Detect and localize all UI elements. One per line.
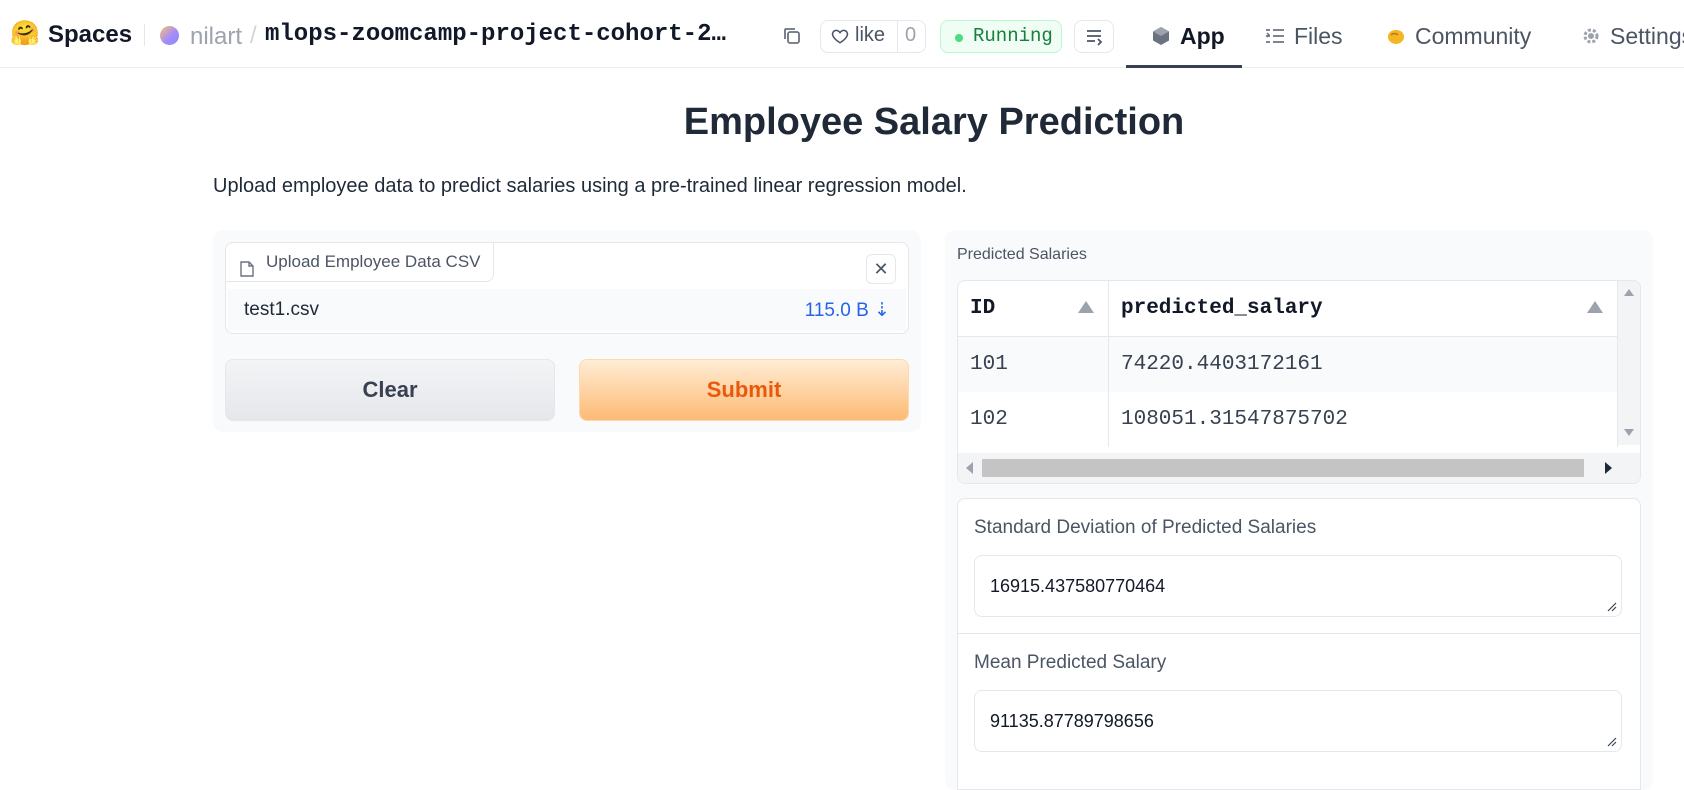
submit-button[interactable]: Submit bbox=[579, 359, 909, 421]
tab-files[interactable]: Files bbox=[1264, 20, 1343, 67]
status-dot-icon bbox=[955, 34, 963, 42]
input-panel: Upload Employee Data CSV ✕ test1.csv 115… bbox=[213, 230, 921, 432]
table-cell[interactable]: 108051.31547875702 bbox=[1108, 392, 1618, 447]
output-panel: Predicted Salaries ID predicted_salary 1 bbox=[945, 230, 1653, 790]
std-deviation-value: 16915.437580770464 bbox=[990, 576, 1166, 596]
uploaded-file-name: test1.csv bbox=[244, 299, 319, 320]
file-upload-label-text: Upload Employee Data CSV bbox=[266, 252, 481, 271]
table-row[interactable]: 102 108051.31547875702 bbox=[958, 392, 1618, 447]
logs-button[interactable] bbox=[1074, 20, 1114, 53]
table-cell[interactable]: 74220.4403172161 bbox=[1108, 336, 1618, 392]
mean-salary-textbox[interactable]: 91135.87789798656 bbox=[974, 690, 1622, 752]
tab-community[interactable]: Community bbox=[1385, 20, 1531, 67]
column-header-predicted-salary[interactable]: predicted_salary bbox=[1108, 281, 1618, 337]
scroll-up-icon[interactable] bbox=[1624, 289, 1634, 296]
std-deviation-textbox[interactable]: 16915.437580770464 bbox=[974, 555, 1622, 617]
horizontal-scrollbar[interactable] bbox=[958, 453, 1640, 483]
copy-icon[interactable] bbox=[781, 25, 803, 47]
file-icon bbox=[240, 253, 254, 291]
scroll-down-icon[interactable] bbox=[1624, 429, 1634, 436]
path-separator: / bbox=[250, 22, 257, 49]
resize-handle-icon bbox=[1607, 737, 1617, 747]
uploaded-file-row: test1.csv 115.0 B ⇣ bbox=[228, 289, 906, 331]
page-description: Upload employee data to predict salaries… bbox=[213, 175, 967, 197]
logs-icon bbox=[1087, 30, 1103, 46]
scroll-right-icon[interactable] bbox=[1605, 462, 1612, 474]
file-upload-label: Upload Employee Data CSV bbox=[225, 242, 494, 282]
tab-app-label: App bbox=[1180, 23, 1225, 49]
heart-icon bbox=[831, 27, 849, 45]
sort-ascending-icon[interactable] bbox=[1078, 301, 1094, 313]
like-button[interactable]: like 0 bbox=[820, 20, 926, 53]
resize-handle-icon bbox=[1607, 602, 1617, 612]
tab-community-label: Community bbox=[1415, 23, 1532, 49]
remove-file-button[interactable]: ✕ bbox=[866, 254, 896, 284]
community-hands-icon bbox=[1385, 23, 1407, 45]
divider bbox=[144, 24, 145, 46]
repo-name-link[interactable]: mlops-zoomcamp-project-cohort-2… bbox=[265, 20, 726, 50]
scroll-left-icon[interactable] bbox=[966, 462, 973, 474]
vertical-scrollbar[interactable] bbox=[1618, 281, 1640, 445]
clear-button[interactable]: Clear bbox=[225, 359, 555, 421]
predicted-salaries-label: Predicted Salaries bbox=[957, 246, 1087, 263]
scrollbar-thumb[interactable] bbox=[982, 459, 1584, 477]
cube-icon bbox=[1150, 23, 1172, 45]
table-row[interactable]: 101 74220.4403172161 bbox=[958, 336, 1618, 392]
files-icon bbox=[1264, 23, 1286, 45]
download-file-link[interactable]: 115.0 B ⇣ bbox=[805, 299, 890, 322]
sort-ascending-icon[interactable] bbox=[1587, 301, 1603, 313]
table-cell[interactable]: 102 bbox=[958, 392, 1109, 447]
tab-app[interactable]: App bbox=[1150, 20, 1225, 67]
mean-salary-label: Mean Predicted Salary bbox=[974, 652, 1167, 673]
like-count[interactable]: 0 bbox=[905, 24, 916, 47]
std-deviation-output: Standard Deviation of Predicted Salaries… bbox=[957, 498, 1641, 634]
predicted-salaries-table[interactable]: ID predicted_salary 101 74220.4403172161… bbox=[957, 280, 1641, 484]
close-icon: ✕ bbox=[873, 259, 889, 279]
tab-settings-label: Settings bbox=[1610, 23, 1684, 49]
hugging-face-logo-icon[interactable]: 🤗 bbox=[10, 19, 40, 49]
owner-link[interactable]: nilart bbox=[190, 22, 242, 52]
table-cell[interactable]: 101 bbox=[958, 336, 1109, 392]
column-header-id[interactable]: ID bbox=[958, 281, 1109, 337]
file-upload[interactable]: Upload Employee Data CSV ✕ test1.csv 115… bbox=[225, 242, 909, 334]
mean-salary-value: 91135.87789798656 bbox=[990, 711, 1154, 731]
column-header-id-label: ID bbox=[970, 297, 996, 320]
status-text: Running bbox=[973, 25, 1053, 47]
spaces-brand-link[interactable]: Spaces bbox=[48, 20, 132, 50]
std-deviation-label: Standard Deviation of Predicted Salaries bbox=[974, 517, 1317, 538]
tab-files-label: Files bbox=[1294, 23, 1343, 49]
tab-settings[interactable]: Settings bbox=[1580, 20, 1684, 67]
like-label: like bbox=[855, 24, 886, 46]
column-header-predicted-salary-label: predicted_salary bbox=[1121, 297, 1323, 320]
top-navigation-bar: 🤗 Spaces nilart / mlops-zoomcamp-project… bbox=[0, 0, 1684, 68]
gear-icon bbox=[1580, 23, 1602, 45]
status-badge[interactable]: Running bbox=[940, 20, 1062, 53]
owner-avatar[interactable] bbox=[160, 26, 179, 45]
page-title: Employee Salary Prediction bbox=[683, 101, 1185, 143]
mean-salary-output: Mean Predicted Salary 91135.87789798656 bbox=[957, 634, 1641, 790]
like-divider bbox=[897, 21, 898, 52]
active-tab-indicator bbox=[1126, 65, 1242, 68]
